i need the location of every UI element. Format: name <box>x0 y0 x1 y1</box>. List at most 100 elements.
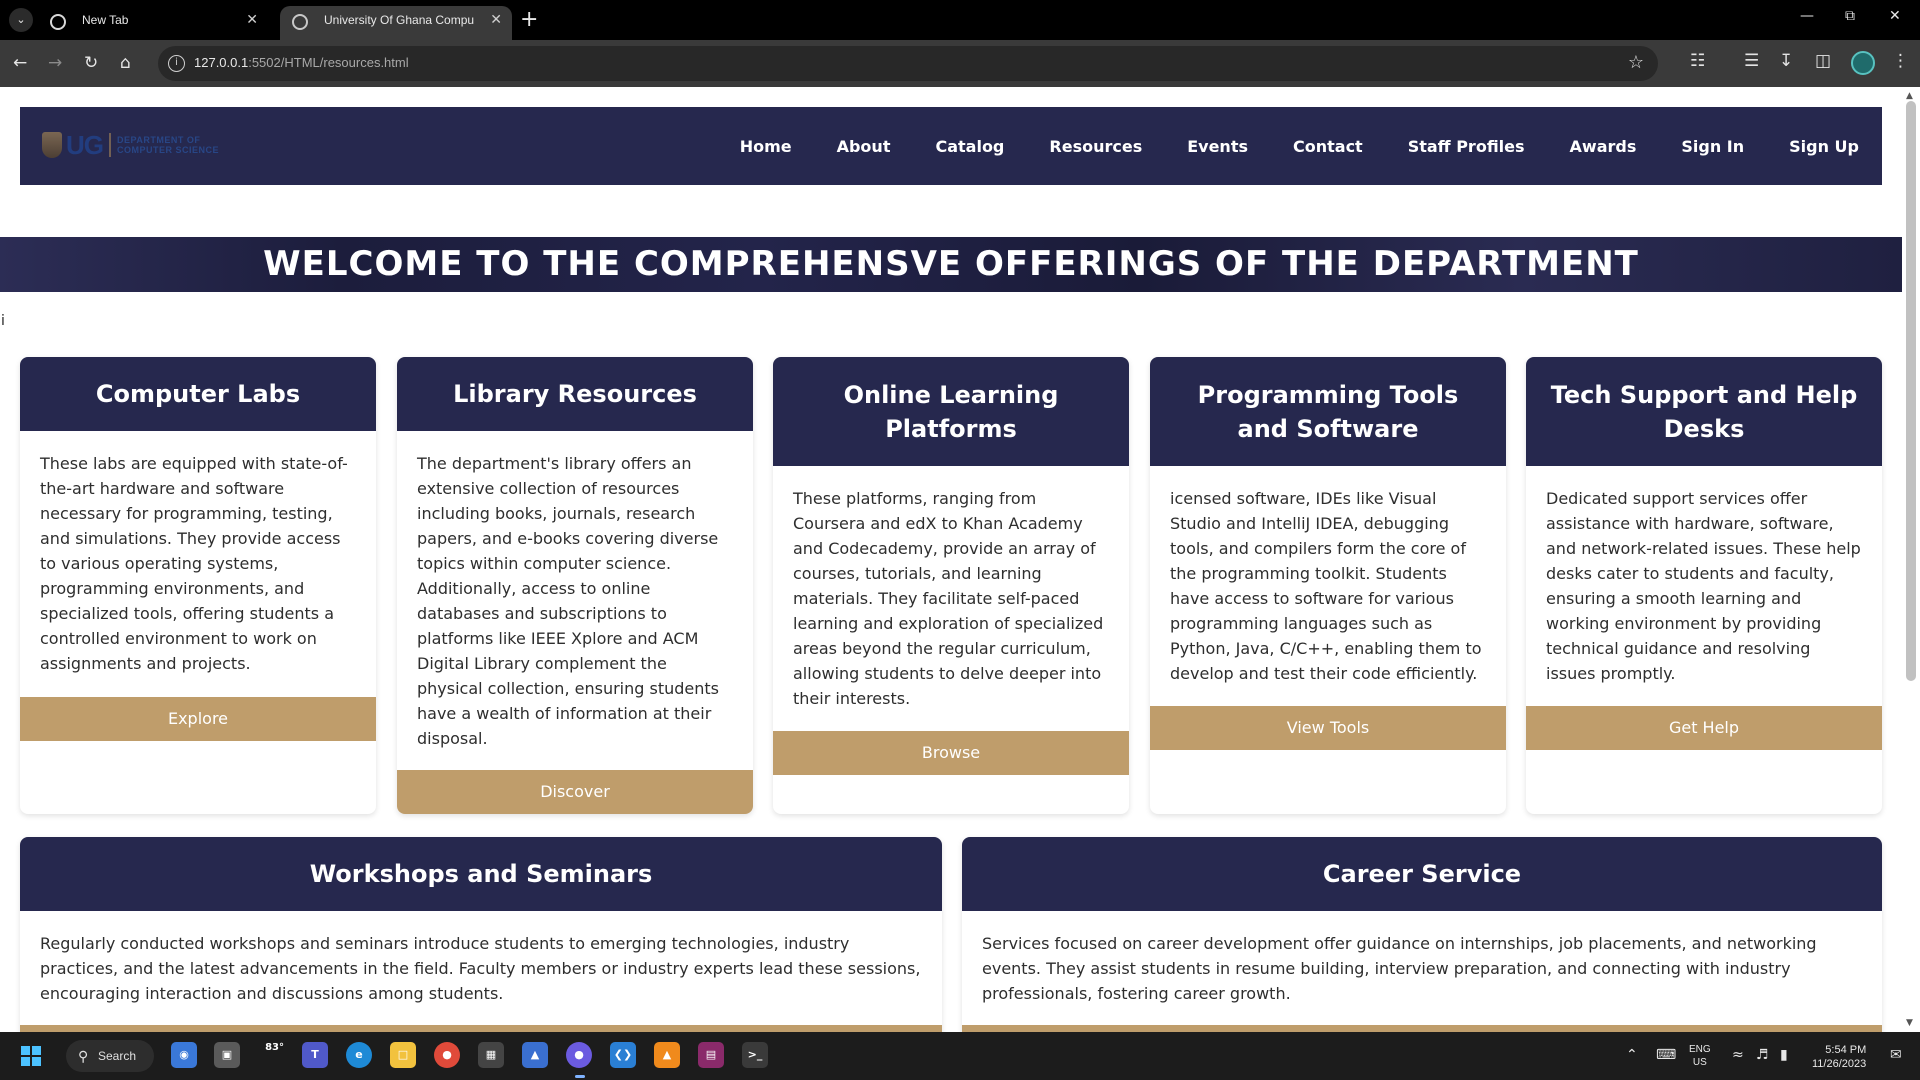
terminal-app-icon[interactable]: >_ <box>742 1042 768 1068</box>
nav-catalog[interactable]: Catalog <box>935 137 1004 156</box>
language-indicator[interactable]: ENG US <box>1689 1043 1711 1080</box>
address-bar[interactable]: i 127.0.0.1:5502/HTML/resources.html ☆ <box>158 46 1658 81</box>
windows-taskbar: ⚲ Search ◉ ▣ 83° T e □ ● ▦ ▲ ● ❮❯ ▲ ▤ >_… <box>0 1032 1920 1080</box>
get-help-button[interactable]: Get Help <box>1526 706 1882 750</box>
site-navbar: UG DEPARTMENT OF COMPUTER SCIENCE Home A… <box>20 107 1882 185</box>
forward-arrow-icon[interactable]: → <box>48 52 62 74</box>
hero-title: WELCOME TO THE COMPREHENSVE OFFERINGS OF… <box>263 244 1639 284</box>
card-title: Computer Labs <box>20 357 376 431</box>
nav-sign-in[interactable]: Sign In <box>1681 137 1744 156</box>
scroll-thumb[interactable] <box>1906 101 1916 681</box>
home-icon[interactable]: ⌂ <box>120 52 131 74</box>
clock[interactable]: 5:54 PM 11/26/2023 <box>1812 1043 1866 1080</box>
resource-card-workshops: Workshops and Seminars Regularly conduct… <box>20 837 942 1032</box>
nav-awards[interactable]: Awards <box>1570 137 1637 156</box>
tab-new-tab[interactable]: New Tab ✕ <box>38 6 268 40</box>
card-title: Tech Support and Help Desks <box>1526 357 1882 466</box>
tab-search-icon[interactable]: ⌄ <box>9 8 33 32</box>
card-description: Dedicated support services offer assista… <box>1546 489 1861 683</box>
resource-card-tech-support: Tech Support and Help Desks Dedicated su… <box>1526 357 1882 814</box>
discover-button[interactable]: Discover <box>397 770 753 814</box>
taskbar-search[interactable]: ⚲ Search <box>66 1040 154 1072</box>
workshops-button[interactable] <box>20 1025 942 1032</box>
clock-date: 11/26/2023 <box>1812 1058 1867 1070</box>
page-scrollbar[interactable]: ▲ ▼ <box>1902 87 1920 1032</box>
explore-button[interactable]: Explore <box>20 697 376 741</box>
volume-icon[interactable]: ♬ <box>1756 1047 1769 1063</box>
wifi-icon[interactable]: ≈ <box>1732 1047 1744 1063</box>
nav-contact[interactable]: Contact <box>1293 137 1363 156</box>
career-button[interactable] <box>962 1025 1882 1032</box>
reload-icon[interactable]: ↻ <box>84 52 98 74</box>
card-description: These platforms, ranging from Coursera a… <box>793 489 1104 708</box>
close-tab-icon[interactable]: ✕ <box>490 6 502 34</box>
nav-events[interactable]: Events <box>1187 137 1248 156</box>
view-tools-button[interactable]: View Tools <box>1150 706 1506 750</box>
card-title: Workshops and Seminars <box>20 837 942 911</box>
back-arrow-icon[interactable]: ← <box>13 52 27 74</box>
page-favicon-icon <box>292 14 308 30</box>
address-url[interactable]: 127.0.0.1:5502/HTML/resources.html <box>194 55 409 70</box>
copilot-app-icon[interactable]: ◉ <box>171 1042 197 1068</box>
logo-line-1: DEPARTMENT OF <box>117 135 201 145</box>
edge-browser-icon[interactable]: e <box>346 1042 372 1068</box>
logo-department-name: DEPARTMENT OF COMPUTER SCIENCE <box>117 135 219 155</box>
crest-icon <box>42 132 62 158</box>
scroll-up-arrow-icon[interactable]: ▲ <box>1906 91 1913 101</box>
windows-start-icon[interactable] <box>21 1046 41 1066</box>
new-tab-plus-icon[interactable]: + <box>520 6 538 34</box>
resource-card-computer-labs: Computer Labs These labs are equipped wi… <box>20 357 376 814</box>
card-description: Services focused on career development o… <box>982 934 1817 1003</box>
winrar-app-icon[interactable]: ▤ <box>698 1042 724 1068</box>
file-explorer-icon[interactable]: □ <box>390 1042 416 1068</box>
store-app-icon[interactable]: ▦ <box>478 1042 504 1068</box>
nav-staff-profiles[interactable]: Staff Profiles <box>1408 137 1525 156</box>
media-queue-icon[interactable]: ☰ <box>1744 51 1759 71</box>
nav-home[interactable]: Home <box>740 137 792 156</box>
logo-line-2: COMPUTER SCIENCE <box>117 145 220 155</box>
browser-menu-icon[interactable]: ⋮ <box>1892 51 1909 71</box>
browser-toolbar: ← → ↻ ⌂ i 127.0.0.1:5502/HTML/resources.… <box>0 40 1920 87</box>
weather-widget-icon[interactable]: 83° <box>258 1042 284 1068</box>
bookmark-star-icon[interactable]: ☆ <box>1628 52 1644 73</box>
nav-links: Home About Catalog Resources Events Cont… <box>740 107 1882 185</box>
chrome-active-icon[interactable]: ● <box>566 1042 592 1068</box>
extensions-icon[interactable]: ☷ <box>1690 51 1705 71</box>
chrome-app-icon[interactable]: ● <box>434 1042 460 1068</box>
nav-about[interactable]: About <box>837 137 891 156</box>
download-icon[interactable]: ↧ <box>1779 51 1793 71</box>
close-window-icon[interactable]: ✕ <box>1889 8 1901 24</box>
nav-resources[interactable]: Resources <box>1049 137 1142 156</box>
photos-app-icon[interactable]: ▲ <box>522 1042 548 1068</box>
teams-app-icon[interactable]: T <box>302 1042 328 1068</box>
clock-time: 5:54 PM <box>1825 1044 1867 1056</box>
url-host: 127.0.0.1 <box>194 55 249 70</box>
vlc-app-icon[interactable]: ▲ <box>654 1042 680 1068</box>
resource-card-online-learning: Online Learning Platforms These platform… <box>773 357 1129 814</box>
card-title: Programming Tools and Software <box>1150 357 1506 466</box>
region-code: US <box>1692 1057 1707 1068</box>
tab-title: New Tab <box>82 13 129 27</box>
close-tab-icon[interactable]: ✕ <box>246 6 258 34</box>
minimize-window-icon[interactable]: — <box>1800 8 1814 24</box>
browse-button[interactable]: Browse <box>773 731 1129 775</box>
profile-avatar[interactable] <box>1851 51 1875 75</box>
site-info-icon[interactable]: i <box>168 55 185 72</box>
battery-icon[interactable]: ▮ <box>1780 1047 1788 1063</box>
task-view-icon[interactable]: ▣ <box>214 1042 240 1068</box>
tray-overflow-chevron-icon[interactable]: ⌃ <box>1626 1047 1638 1063</box>
card-description: The department's library offers an exten… <box>417 454 719 748</box>
side-panel-icon[interactable]: ◫ <box>1815 51 1831 71</box>
tab-active-page[interactable]: University Of Ghana Computer ✕ <box>280 6 512 40</box>
language-code: ENG <box>1689 1044 1711 1055</box>
vscode-app-icon[interactable]: ❮❯ <box>610 1042 636 1068</box>
restore-window-icon[interactable]: ⧉ <box>1845 8 1855 24</box>
department-logo[interactable]: UG DEPARTMENT OF COMPUTER SCIENCE <box>42 129 219 161</box>
card-title: Library Resources <box>397 357 753 431</box>
notification-bell-icon[interactable]: ✉ <box>1890 1047 1902 1063</box>
scroll-down-arrow-icon[interactable]: ▼ <box>1906 1018 1913 1028</box>
card-description: Regularly conducted workshops and semina… <box>40 934 921 1003</box>
keyboard-icon[interactable]: ⌨ <box>1656 1047 1676 1063</box>
logo-abbrev: UG <box>66 129 104 160</box>
nav-sign-up[interactable]: Sign Up <box>1789 137 1859 156</box>
